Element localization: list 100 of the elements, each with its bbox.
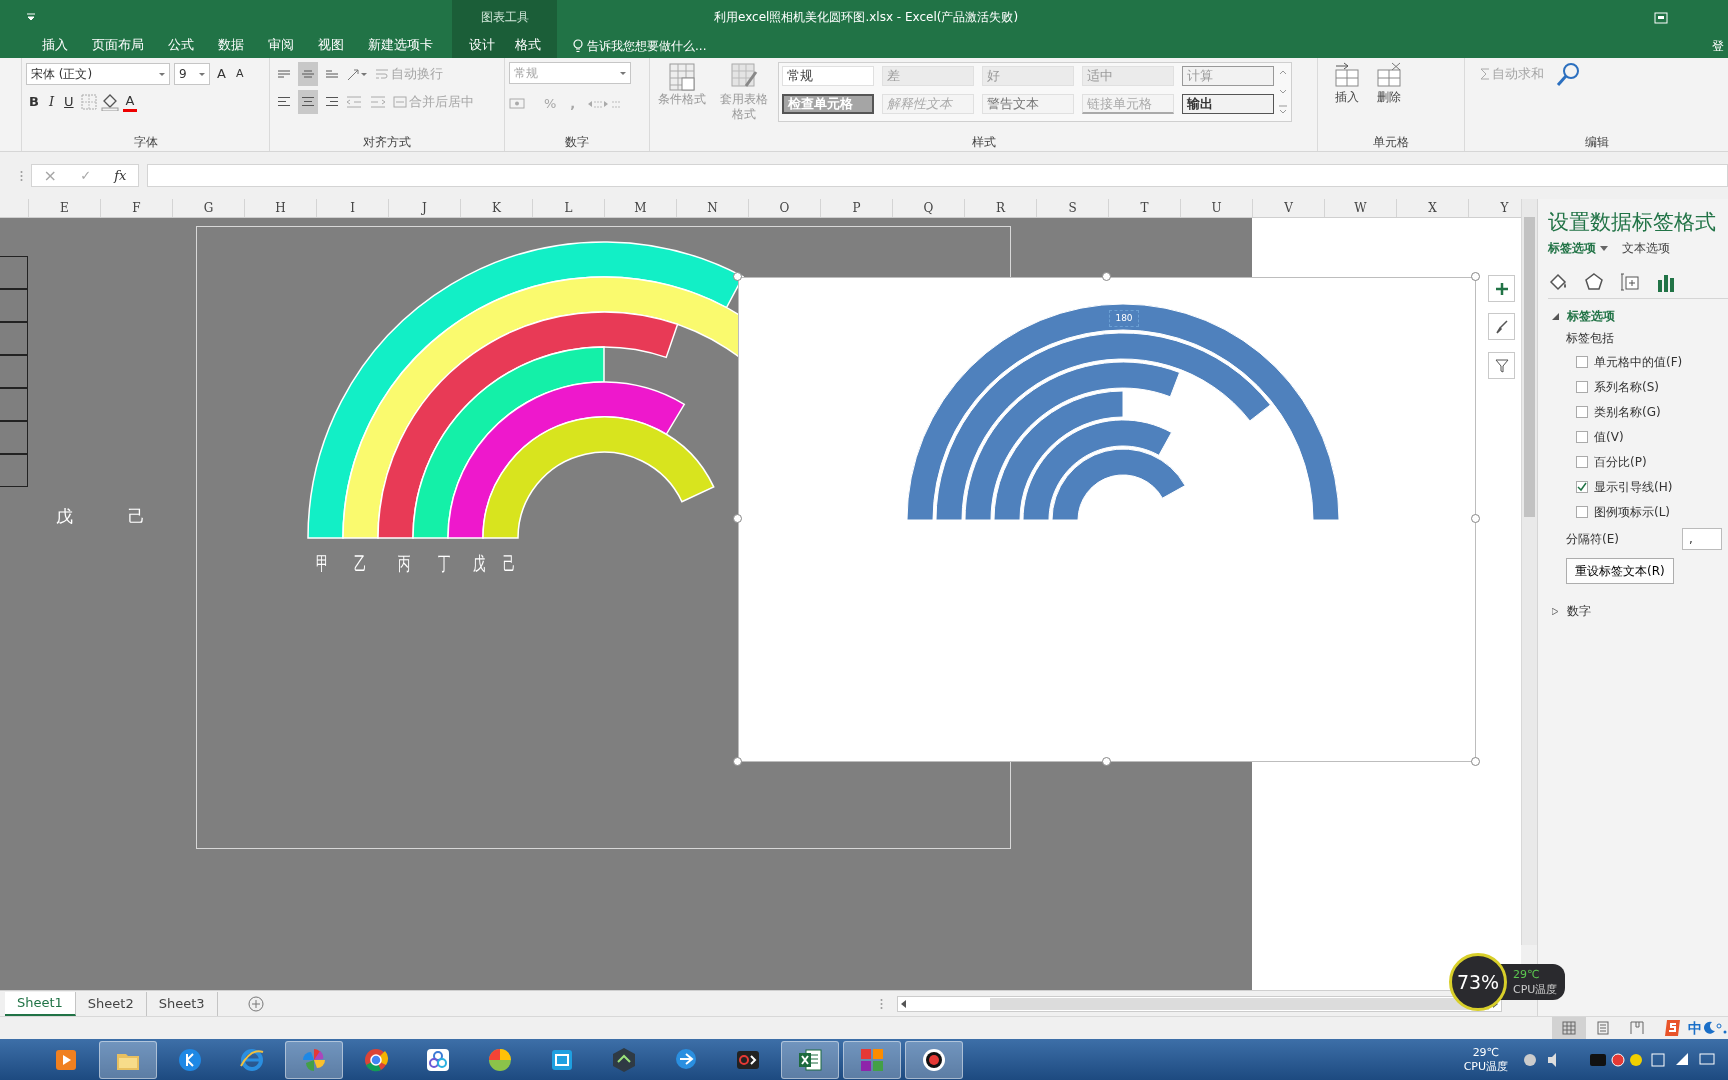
menu-tab[interactable]: 设计 [458,33,505,58]
column-header[interactable]: S [1036,199,1108,217]
menu-tab[interactable]: 视图 [306,33,356,58]
chart-styles-button[interactable] [1488,313,1515,340]
pentagon-icon[interactable] [1584,271,1604,292]
fill-bucket-icon[interactable] [1548,271,1568,292]
vertical-scrollbar[interactable] [1521,199,1537,945]
fill-bucket-icon[interactable] [100,93,119,111]
sheet-tab[interactable]: Sheet1 [5,991,76,1016]
reset-label-text-button[interactable]: 重设标签文本(R) [1566,558,1674,584]
cell-style-option[interactable]: 常规 [782,66,874,86]
column-header[interactable]: P [820,199,892,217]
checkbox[interactable] [1576,505,1588,518]
column-header[interactable]: E [28,199,100,217]
resize-handle[interactable] [1471,272,1480,281]
cell-style-option[interactable]: 警告文本 [982,94,1074,114]
grow-font-button[interactable]: A [214,62,229,86]
cell-style-option[interactable]: 输出 [1182,94,1274,114]
section-header[interactable]: 数字 [1567,602,1591,620]
text-orientation-icon[interactable] [346,66,368,82]
customize-menu-icon[interactable] [26,12,36,21]
taskbar-app-button[interactable] [905,1040,963,1079]
expand-triangle-icon[interactable] [1552,312,1559,320]
input-method-logo-icon[interactable] [1664,1018,1682,1038]
menu-tab[interactable]: 新建选项卡 [356,33,445,58]
resize-handle[interactable] [1471,514,1480,523]
column-header[interactable]: H [244,199,316,217]
search-icon[interactable] [1555,62,1581,88]
column-header[interactable]: N [676,199,748,217]
ribbon-display-icon[interactable] [1654,12,1668,24]
column-header[interactable]: V [1252,199,1324,217]
checkbox[interactable] [1576,355,1588,368]
column-header[interactable]: T [1108,199,1180,217]
formula-input[interactable] [147,164,1728,187]
resize-handle[interactable] [733,757,742,766]
chart-filter-button[interactable] [1488,352,1515,379]
resize-handle[interactable] [1471,757,1480,766]
input-mode-indicator[interactable]: 中 [1688,1017,1702,1039]
column-header[interactable]: W [1324,199,1396,217]
resize-handle[interactable] [1102,272,1111,281]
size-properties-icon[interactable] [1620,271,1640,292]
column-header[interactable]: X [1396,199,1468,217]
resize-handle[interactable] [733,272,742,281]
pane-tab[interactable]: 标签选项 [1548,239,1606,257]
column-header[interactable]: L [532,199,604,217]
resize-handle[interactable] [733,514,742,523]
checkbox[interactable] [1576,405,1588,418]
sign-in-link[interactable]: 登 [1712,33,1728,58]
shrink-font-button[interactable]: A [232,62,247,86]
normal-view-button[interactable] [1552,1017,1586,1039]
menu-tab[interactable]: 插入 [30,33,80,58]
font-size-field[interactable]: 9 [174,63,210,85]
pane-tab[interactable]: 文本选项 [1622,239,1680,257]
sheet-tab[interactable]: Sheet3 [146,991,218,1016]
underline-button[interactable]: U [61,90,77,114]
add-sheet-icon[interactable] [247,995,264,1012]
moon-icon[interactable] [1702,1021,1716,1035]
insert-function-button[interactable]: fx [111,163,130,188]
checkbox[interactable] [1576,455,1588,468]
column-header[interactable]: O [748,199,820,217]
align-center-button[interactable] [298,90,318,114]
sheet-tab[interactable]: Sheet2 [75,991,147,1016]
column-header[interactable]: G [172,199,244,217]
punctuation-icon[interactable] [1716,1021,1728,1035]
column-header[interactable]: R [964,199,1036,217]
font-name-field[interactable]: 宋体 (正文) [26,63,170,85]
data-label[interactable]: 180 [1109,310,1139,327]
separator-field[interactable]: , [1681,528,1722,550]
column-header[interactable]: M [604,199,676,217]
column-header[interactable]: I [316,199,388,217]
font-color-button[interactable]: A [122,92,138,112]
chart-area[interactable]: 180 [738,277,1476,762]
resize-handle[interactable] [1102,757,1111,766]
column-header[interactable]: F [100,199,172,217]
chart-area[interactable]: 甲 乙 丙 丁 戊 己 [196,226,1011,849]
column-header[interactable]: Q [892,199,964,217]
menu-tab[interactable]: 审阅 [256,33,306,58]
delete-button[interactable]: 删除 [1372,62,1406,133]
menu-tab[interactable]: 格式 [504,33,551,58]
chart-elements-button[interactable] [1488,275,1515,302]
more-icon[interactable] [20,169,23,182]
scrollbar-thumb[interactable] [1524,217,1535,517]
column-header[interactable]: J [388,199,460,217]
insert-button[interactable]: 插入 [1330,62,1364,133]
caret-icon[interactable] [1600,245,1608,251]
tell-me-field[interactable]: 告诉我您想要做什么... [587,36,707,55]
column-header[interactable]: U [1180,199,1252,217]
checkbox[interactable] [1576,380,1588,393]
horizontal-scrollbar[interactable] [896,995,1502,1012]
menu-tab[interactable]: 数据 [206,33,256,58]
taskbar-app-button[interactable] [781,1040,839,1079]
checkbox[interactable] [1576,430,1588,443]
expand-triangle-icon[interactable] [1552,607,1559,615]
section-header[interactable]: 标签选项 [1567,307,1615,325]
menu-tab[interactable]: 页面布局 [80,33,156,58]
checkbox[interactable] [1576,480,1588,493]
italic-button[interactable]: I [45,90,58,114]
more-icon[interactable] [879,997,883,1010]
menu-tab[interactable]: 公式 [156,33,206,58]
column-header[interactable]: K [460,199,532,217]
